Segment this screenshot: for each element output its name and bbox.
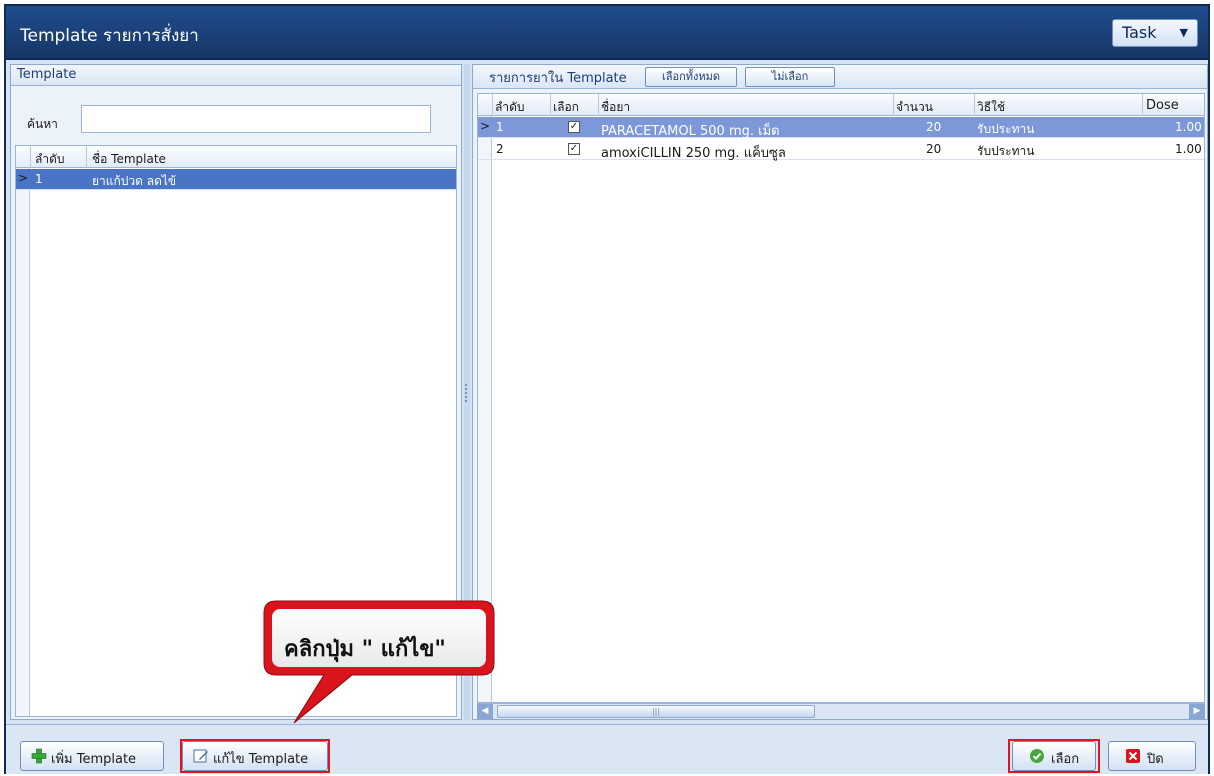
callout-text: คลิกปุ่ม " แก้ไข" — [284, 637, 446, 662]
row-drug-name: amoxiCILLIN 250 mg. แค็บซูล — [601, 146, 786, 161]
row-dose: 1.00 — [1175, 142, 1202, 156]
row-dose: 1.00 — [1175, 120, 1202, 134]
divider — [86, 146, 87, 168]
row-no: 2 — [496, 142, 504, 156]
row-qty: 20 — [926, 142, 942, 156]
row-drug-name: PARACETAMOL 500 mg. เม็ด — [601, 124, 780, 139]
column-header-no[interactable]: ลำดับ — [35, 150, 65, 169]
select-all-button[interactable]: เลือกทั้งหมด — [645, 67, 737, 87]
column-header-no[interactable]: ลำดับ — [495, 98, 525, 117]
template-grid-header: ลำดับ ชื่อ Template — [16, 146, 456, 168]
row-usage: รับประทาน — [977, 144, 1035, 158]
column-header-drug[interactable]: ชื่อยา — [601, 98, 630, 117]
drug-grid-header: ลำดับ เลือก ชื่อยา จำนวน วิธีใช้ Dose — [478, 94, 1204, 116]
row-pointer-icon: > — [18, 171, 29, 185]
row-no: 1 — [496, 120, 504, 134]
table-row[interactable]: > 1 ✓ PARACETAMOL 500 mg. เม็ด 20 รับประ… — [478, 117, 1204, 139]
row-pointer-icon: > — [480, 119, 491, 133]
row-usage: รับประทาน — [977, 122, 1035, 136]
chevron-down-icon: ▼ — [1179, 26, 1188, 39]
add-template-button[interactable]: เพิ่ม Template — [20, 741, 164, 771]
scroll-right-icon[interactable]: ▶ — [1189, 704, 1205, 719]
highlight-box — [180, 739, 330, 773]
template-panel-header: Template — [11, 65, 461, 86]
horizontal-scrollbar[interactable]: ◀ ||| ▶ — [477, 703, 1205, 719]
plus-icon — [31, 748, 47, 764]
instruction-callout: คลิกปุ่ม " แก้ไข" — [260, 597, 498, 724]
drug-panel-title: รายการยาใน Template — [489, 71, 627, 86]
drug-list-panel: รายการยาใน Template เลือกทั้งหมด ไม่เลือ… — [472, 64, 1208, 720]
divider — [1142, 94, 1143, 116]
task-menu-button[interactable]: Task ▼ — [1112, 19, 1198, 47]
close-button[interactable]: ปิด — [1108, 741, 1196, 771]
add-template-label: เพิ่ม Template — [51, 752, 137, 767]
divider — [30, 146, 31, 168]
window-title: Template รายการสั่งยา — [20, 26, 199, 46]
divider — [974, 94, 975, 116]
table-row[interactable]: 2 ✓ amoxiCILLIN 250 mg. แค็บซูล 20 รับปร… — [478, 139, 1204, 161]
divider — [492, 94, 493, 116]
row-template-name: ยาแก้ปวด ลดไข้ — [92, 174, 177, 188]
column-header-usage[interactable]: วิธีใช้ — [977, 98, 1005, 117]
column-header-qty[interactable]: จำนวน — [896, 98, 933, 117]
highlight-box — [1008, 739, 1100, 773]
row-no: 1 — [35, 172, 43, 186]
close-button-label: ปิด — [1147, 752, 1164, 767]
search-input[interactable] — [81, 105, 431, 133]
drug-grid: ลำดับ เลือก ชื่อยา จำนวน วิธีใช้ Dose > … — [477, 93, 1205, 703]
select-checkbox[interactable]: ✓ — [568, 121, 580, 133]
drug-panel-header: รายการยาใน Template เลือกทั้งหมด ไม่เลือ… — [473, 65, 1207, 89]
divider — [550, 94, 551, 116]
footer-bar: เพิ่ม Template แก้ไข Template เลือก ปิด — [6, 724, 1208, 774]
search-label: ค้นหา — [27, 117, 58, 131]
select-checkbox[interactable]: ✓ — [568, 143, 580, 155]
template-drug-order-window: Template รายการสั่งยา Task ▼ Template ค้… — [4, 4, 1210, 774]
column-header-select[interactable]: เลือก — [553, 98, 579, 117]
scrollbar-thumb[interactable]: ||| — [497, 705, 815, 718]
task-button-label: Task — [1122, 23, 1157, 42]
close-icon — [1126, 749, 1140, 763]
column-header-dose[interactable]: Dose — [1146, 98, 1179, 113]
deselect-button[interactable]: ไม่เลือก — [745, 67, 835, 87]
divider — [893, 94, 894, 116]
template-panel-title: Template — [17, 67, 77, 82]
table-row[interactable]: > 1 ยาแก้ปวด ลดไข้ — [16, 169, 456, 190]
grip-icon — [465, 384, 468, 402]
row-indicator-column — [16, 146, 30, 716]
column-header-name[interactable]: ชื่อ Template — [92, 150, 166, 169]
title-bar: Template รายการสั่งยา Task ▼ — [6, 6, 1208, 60]
row-qty: 20 — [926, 120, 942, 134]
divider — [598, 94, 599, 116]
